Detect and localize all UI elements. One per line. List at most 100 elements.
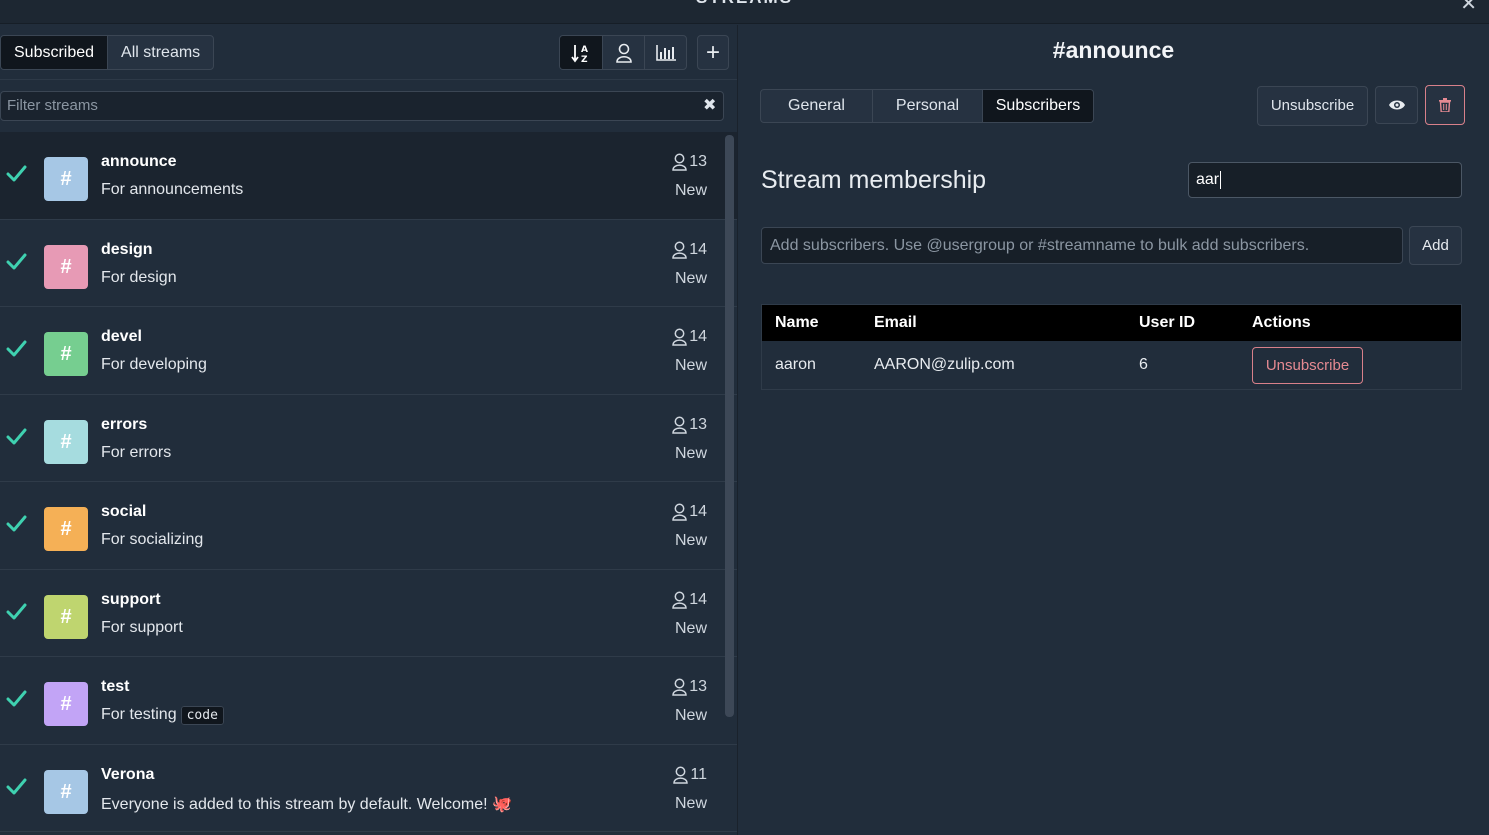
check-icon[interactable] xyxy=(5,337,27,359)
stream-description: For design xyxy=(101,269,177,287)
stream-row-test[interactable]: # test For testing code 13 New xyxy=(0,657,737,745)
subscriber-count-value: 14 xyxy=(689,328,707,345)
new-label: New xyxy=(674,269,707,287)
subscriber-name: aaron xyxy=(775,356,816,373)
check-icon[interactable] xyxy=(5,512,27,534)
create-stream-button[interactable]: + xyxy=(697,35,729,70)
column-header: Actions xyxy=(1252,314,1311,331)
svg-text:Z: Z xyxy=(581,55,588,64)
subscriber-count-value: 14 xyxy=(689,503,707,520)
new-label: New xyxy=(674,794,707,812)
unsubscribe-button[interactable]: Unsubscribe xyxy=(1257,86,1368,126)
text-caret xyxy=(1220,170,1222,189)
preview-stream-button[interactable] xyxy=(1375,86,1418,124)
subscriber-count: 11 xyxy=(673,766,707,784)
user-icon xyxy=(672,241,687,259)
sort-toggle-group: A Z xyxy=(559,35,687,70)
octopus-icon: 🐙 xyxy=(492,795,512,813)
modal-title: STREAMS xyxy=(0,0,1489,8)
check-icon[interactable] xyxy=(5,250,27,272)
modal-header: STREAMS ✕ xyxy=(0,0,1489,24)
archive-stream-button[interactable] xyxy=(1425,85,1465,125)
subscriber-search-input[interactable]: aar xyxy=(1188,162,1462,198)
user-icon xyxy=(672,678,687,696)
stream-filter-tabs: Subscribed All streams xyxy=(0,35,215,70)
check-icon[interactable] xyxy=(5,600,27,622)
stream-name: design xyxy=(101,240,153,258)
check-icon[interactable] xyxy=(5,775,27,797)
stream-list: # announce For announcements 13 New # design Fo… xyxy=(0,132,737,835)
stream-color-swatch: # xyxy=(44,594,88,639)
stream-row-social[interactable]: # social For socializing 14 New xyxy=(0,482,737,570)
sort-subscribers-button[interactable] xyxy=(602,36,644,69)
stream-description: For errors xyxy=(101,444,171,462)
inline-code: code xyxy=(180,706,224,725)
trash-icon xyxy=(1439,98,1451,112)
add-subscriber-button[interactable]: Add xyxy=(1409,226,1462,265)
clear-filter-icon[interactable]: ✖ xyxy=(703,95,716,115)
new-label: New xyxy=(674,707,707,724)
subscriber-count-value: 11 xyxy=(690,765,707,783)
stream-list-scrollbar[interactable] xyxy=(725,135,734,717)
sort-alpha-button[interactable]: A Z xyxy=(560,36,602,69)
stream-row-verona[interactable]: # Verona Everyone is added to this stream … xyxy=(0,745,737,832)
subscriber-count-value: 14 xyxy=(689,240,707,258)
stream-description-text: For socializing xyxy=(101,531,204,548)
sort-activity-button[interactable] xyxy=(644,36,686,69)
stream-row-announce[interactable]: # announce For announcements 13 New xyxy=(0,132,737,220)
subscriber-count-value: 14 xyxy=(689,590,707,608)
sort-alpha-icon: A Z xyxy=(571,44,588,64)
tab-subscribed[interactable]: Subscribed xyxy=(1,36,108,69)
add-subscribers-input[interactable]: Add subscribers. Use @usergroup or #stre… xyxy=(761,227,1403,264)
stream-color-swatch: # xyxy=(44,682,88,726)
stream-description: Everyone is added to this stream by defa… xyxy=(101,794,512,814)
tab-all-streams[interactable]: All streams xyxy=(107,36,213,69)
stream-row-design[interactable]: # design For design 14 New xyxy=(0,220,737,307)
stream-description-text: For design xyxy=(101,268,177,286)
new-label: New xyxy=(674,619,707,637)
tab-general[interactable]: General xyxy=(761,90,872,122)
stream-name: errors xyxy=(101,415,148,433)
subscriber-count: 14 xyxy=(672,591,707,609)
stream-color-swatch: # xyxy=(44,244,88,289)
subscriber-count: 14 xyxy=(672,503,707,521)
subscribers-table: Name Email User ID Actions aaron AARON@z… xyxy=(761,304,1462,390)
divider xyxy=(0,79,737,80)
stream-description-text: Everyone is added to this stream by defa… xyxy=(101,795,488,813)
user-icon xyxy=(672,153,687,171)
subscriber-count: 13 xyxy=(672,153,707,171)
check-icon[interactable] xyxy=(5,162,27,184)
stream-row-devel[interactable]: # devel For developing 14 New xyxy=(0,307,737,395)
new-label: New xyxy=(674,357,707,374)
check-icon[interactable] xyxy=(5,687,27,709)
stream-row-errors[interactable]: # errors For errors 13 New xyxy=(0,395,737,482)
stream-row-support[interactable]: # support For support 14 New xyxy=(0,570,737,657)
tab-personal[interactable]: Personal xyxy=(872,90,982,122)
stream-description: For developing xyxy=(101,356,207,374)
stream-description-text: For announcements xyxy=(101,181,244,198)
stream-name: Verona xyxy=(101,765,155,783)
stream-name: devel xyxy=(101,328,142,345)
new-label: New xyxy=(674,532,707,549)
stream-color-swatch: # xyxy=(44,332,88,376)
filter-streams-input[interactable]: Filter streams xyxy=(0,91,724,121)
new-label: New xyxy=(674,444,707,462)
stream-color-swatch: # xyxy=(44,769,88,814)
table-header: Name Email User ID Actions xyxy=(762,305,1461,341)
close-icon[interactable]: ✕ xyxy=(1460,0,1477,16)
user-icon xyxy=(673,766,689,784)
stream-color-swatch: # xyxy=(44,419,88,464)
stream-description-text: For testing xyxy=(101,706,177,723)
stream-name: social xyxy=(101,503,147,520)
bar-chart-icon xyxy=(655,44,676,61)
stream-title: #announce xyxy=(1052,37,1175,63)
remove-subscriber-button[interactable]: Unsubscribe xyxy=(1252,347,1363,384)
stream-color-swatch: # xyxy=(44,507,88,551)
tab-subscribers[interactable]: Subscribers xyxy=(982,90,1093,122)
check-icon[interactable] xyxy=(5,425,27,447)
streams-list-panel: Subscribed All streams A Z + Filter stre… xyxy=(0,25,737,835)
search-value: aar xyxy=(1196,171,1220,188)
user-icon xyxy=(672,503,687,521)
section-title: Stream membership xyxy=(761,166,987,194)
stream-description: For socializing xyxy=(101,531,203,549)
